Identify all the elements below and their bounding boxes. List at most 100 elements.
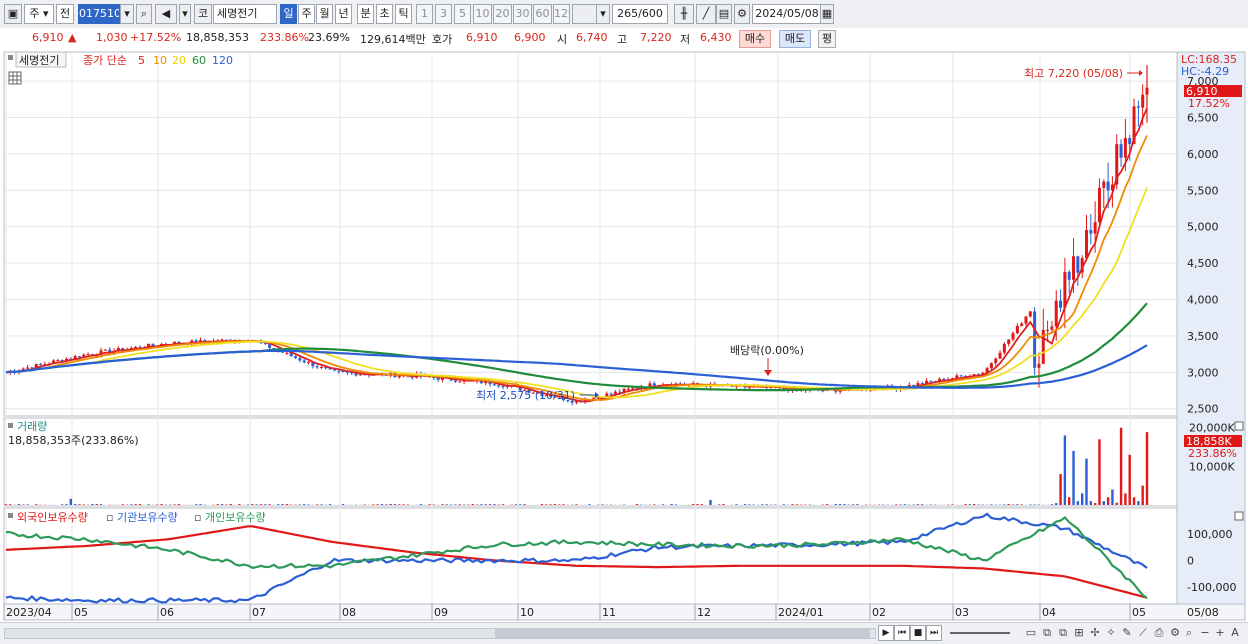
- volume-bar: [562, 504, 564, 505]
- holders-toggle-icon[interactable]: [8, 513, 13, 518]
- sound-icon[interactable]: ◀: [155, 4, 177, 24]
- layout-icon[interactable]: ▭: [1024, 625, 1038, 641]
- code-dropdown-icon[interactable]: ▾: [120, 4, 134, 24]
- volume-bar: [1051, 504, 1053, 505]
- period-month[interactable]: 월: [316, 4, 333, 24]
- volume-toggle-icon[interactable]: [8, 423, 13, 428]
- date-field[interactable]: 2024/05/08: [752, 4, 822, 24]
- interval-30[interactable]: 30: [513, 4, 532, 24]
- candle-body: [493, 384, 496, 385]
- volume-bar: [134, 504, 136, 505]
- panel-toggle-icon[interactable]: [8, 55, 13, 60]
- interval-5[interactable]: 5: [454, 4, 471, 24]
- period-week[interactable]: 주: [298, 4, 315, 24]
- volume-bar: [178, 504, 180, 505]
- candle-body: [337, 371, 340, 372]
- settings-icon[interactable]: ⚙: [1168, 625, 1182, 641]
- interval-20[interactable]: 20: [493, 4, 512, 24]
- volume-pct-tag: 233.86%: [1188, 447, 1237, 460]
- interval-10[interactable]: 10: [473, 4, 492, 24]
- stock-code-input[interactable]: 017510: [78, 4, 120, 24]
- period-minute[interactable]: 분: [357, 4, 374, 24]
- eval-button[interactable]: 평: [818, 30, 836, 48]
- period-year[interactable]: 년: [335, 4, 352, 24]
- prev-button[interactable]: 전: [56, 4, 74, 24]
- period-tick[interactable]: 틱: [395, 4, 412, 24]
- volume-bar: [61, 504, 63, 505]
- candle-body: [26, 367, 29, 368]
- interval-dropdown-icon[interactable]: ▾: [596, 4, 610, 24]
- volume-bar: [575, 504, 577, 505]
- candle-body: [1094, 222, 1097, 233]
- font-size-icon[interactable]: A: [1228, 625, 1242, 641]
- bottom-bar: ▶ ⏮ ■ ⏭ ▭ ⧉ ⧉ ⊞ ✢ ✧ ✎ ⟋ ⎙ ⚙ ⌕ − + A: [0, 622, 1248, 644]
- calendar-icon[interactable]: ▦: [820, 4, 834, 24]
- x-axis-label: 03: [955, 606, 969, 619]
- candle-body: [502, 386, 505, 387]
- x-axis-band: [4, 604, 1245, 620]
- play-icon[interactable]: ▶: [878, 625, 894, 641]
- table-view-icon[interactable]: [9, 72, 21, 84]
- count-field[interactable]: 265/600: [612, 4, 668, 24]
- volume-bar: [1081, 493, 1083, 505]
- volume-close-icon[interactable]: [1235, 422, 1243, 430]
- compare-icon[interactable]: ⧉: [1056, 625, 1070, 641]
- volume-bar: [195, 504, 197, 505]
- pattern-icon[interactable]: ✧: [1104, 625, 1118, 641]
- interval-3[interactable]: 3: [435, 4, 452, 24]
- skip-end-icon[interactable]: ⏭: [926, 625, 942, 641]
- drawing-tool-icon[interactable]: ╱: [696, 4, 716, 24]
- sound-dropdown-icon[interactable]: ▾: [179, 4, 191, 24]
- volume-bar: [670, 504, 672, 505]
- multi-chart-icon[interactable]: ⧉: [1040, 625, 1054, 641]
- volume-bar: [398, 504, 400, 505]
- tool-icon[interactable]: ✎: [1120, 625, 1134, 641]
- crosshair-icon[interactable]: ✢: [1088, 625, 1102, 641]
- turnover-rate: 23.69%: [308, 31, 350, 44]
- zoom-out-icon[interactable]: −: [1198, 625, 1212, 641]
- settings-gear-icon[interactable]: ⚙: [734, 4, 750, 24]
- volume-bar: [394, 504, 396, 505]
- volume-bar: [515, 504, 517, 505]
- volume-bar: [221, 504, 223, 505]
- screen-menu-icon[interactable]: ▣: [4, 4, 22, 24]
- price-change: 1,030: [96, 31, 128, 44]
- print-icon[interactable]: ⎙: [1152, 625, 1166, 641]
- market-select[interactable]: 주 ▾: [24, 4, 54, 24]
- volume-bar: [230, 504, 232, 505]
- interval-60[interactable]: 60: [533, 4, 552, 24]
- scroll-thumb[interactable]: [495, 629, 870, 638]
- candle-body: [1029, 311, 1032, 316]
- scroll-track[interactable]: [4, 628, 876, 639]
- search-icon[interactable]: ⌕: [136, 4, 152, 24]
- volume-bar: [921, 504, 923, 505]
- stock-name-field[interactable]: 세명전기: [213, 4, 277, 24]
- stop-icon[interactable]: ■: [910, 625, 926, 641]
- indicator-icon[interactable]: ⊞: [1072, 625, 1086, 641]
- zoom-in-icon[interactable]: +: [1213, 625, 1227, 641]
- interval-1[interactable]: 1: [416, 4, 433, 24]
- volume-bar: [523, 504, 525, 505]
- holders-close-icon[interactable]: [1235, 512, 1243, 520]
- sell-button[interactable]: 매도: [779, 30, 811, 48]
- period-day[interactable]: 일: [280, 4, 297, 24]
- volume-value: 18,858,353: [186, 31, 249, 44]
- period-second[interactable]: 초: [376, 4, 393, 24]
- volume-bar: [662, 504, 664, 505]
- trend-icon[interactable]: ⟋: [1136, 625, 1150, 641]
- low-annotation: 최저 2,575 (10/31): [476, 389, 575, 402]
- candle-type-icon[interactable]: ╫: [674, 4, 694, 24]
- volume-bar: [1120, 428, 1122, 505]
- ma-5: 5: [138, 54, 145, 67]
- price-pct-tag: 17.52%: [1188, 97, 1230, 110]
- interval-120[interactable]: 120: [553, 4, 570, 24]
- stock-chart[interactable]: 7,0006,5006,0005,5005,0004,5004,0003,500…: [0, 50, 1248, 622]
- volume-title: 거래량: [17, 420, 47, 433]
- zoom-slider[interactable]: [950, 632, 1010, 634]
- magnify-icon[interactable]: ⌕: [1182, 625, 1196, 641]
- skip-start-icon[interactable]: ⏮: [894, 625, 910, 641]
- save-icon[interactable]: ▤: [716, 4, 732, 24]
- volume-bar: [856, 504, 858, 505]
- volume-bar: [320, 504, 322, 505]
- buy-button[interactable]: 매수: [739, 30, 771, 48]
